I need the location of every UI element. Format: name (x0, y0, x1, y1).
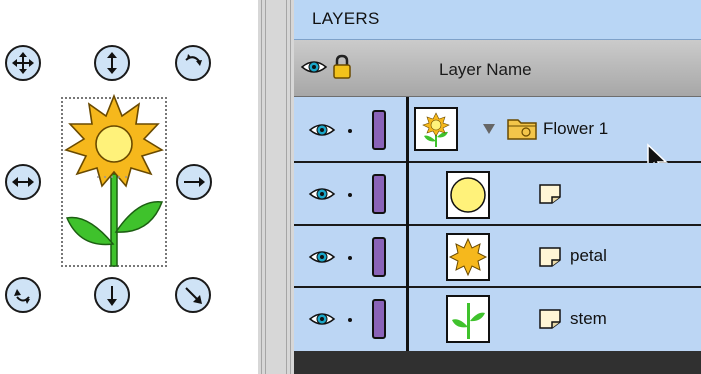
resize-right-handle[interactable] (176, 164, 212, 200)
resize-vertical-icon (107, 286, 117, 306)
layer-tree-divider (406, 97, 409, 351)
circle-thumbnail-icon (450, 177, 486, 213)
resize-bottom-handle[interactable] (94, 277, 130, 313)
move-handle[interactable] (5, 45, 41, 81)
panel-title: LAYERS (312, 9, 380, 28)
resize-top-handle[interactable] (94, 45, 130, 81)
column-header: Layer Name (294, 40, 701, 97)
lock-toggle[interactable] (348, 256, 352, 260)
folder-icon (507, 119, 537, 140)
layer-thumbnail (446, 233, 490, 281)
artboard-canvas[interactable] (0, 0, 258, 374)
layer-color-swatch[interactable] (372, 110, 386, 150)
eye-icon[interactable] (308, 121, 336, 139)
stem-thumbnail-icon (452, 303, 485, 339)
rotate-icon (14, 289, 30, 304)
eye-icon[interactable] (308, 310, 336, 328)
layer-thumbnail (414, 107, 458, 151)
lock-icon[interactable] (332, 54, 352, 80)
lock-toggle[interactable] (348, 193, 352, 197)
move-icon (12, 52, 34, 74)
petal-thumbnail-icon (448, 237, 488, 277)
eye-icon[interactable] (308, 248, 336, 266)
layers-panel: LAYERS Layer Name Flower 1 petal stem (294, 0, 701, 374)
layer-name[interactable]: Flower 1 (543, 119, 608, 139)
eye-icon[interactable] (300, 58, 328, 76)
layer-thumbnail (446, 295, 490, 343)
layer-row[interactable] (294, 163, 701, 226)
panel-bottom-bar (294, 351, 701, 374)
layer-row[interactable]: petal (294, 226, 701, 288)
layer-row[interactable]: Flower 1 (294, 97, 701, 176)
panel-title-bar: LAYERS (294, 0, 701, 40)
layer-thumbnail (446, 171, 490, 219)
layer-name[interactable]: stem (570, 309, 607, 329)
symbol-page-icon (539, 184, 561, 204)
panel-splitter[interactable] (258, 0, 294, 374)
resize-horizontal-icon (12, 177, 34, 187)
layer-color-swatch[interactable] (372, 174, 386, 214)
flower-artwork[interactable] (58, 94, 170, 270)
rotate-top-right-handle[interactable] (175, 45, 211, 81)
rotate-icon (185, 54, 202, 66)
layer-row[interactable]: stem (294, 288, 701, 351)
lock-toggle[interactable] (348, 318, 352, 322)
symbol-page-icon (539, 247, 561, 267)
resize-horizontal-icon (184, 177, 205, 187)
rotate-bottom-left-handle[interactable] (5, 277, 41, 313)
column-header-layer-name: Layer Name (439, 60, 532, 79)
layer-name[interactable]: petal (570, 246, 607, 266)
eye-icon[interactable] (308, 185, 336, 203)
resize-vertical-icon (107, 52, 117, 74)
flower-thumbnail-icon (422, 112, 450, 147)
resize-bottom-right-handle[interactable] (175, 277, 211, 313)
layer-color-swatch[interactable] (372, 299, 386, 339)
resize-diagonal-icon (185, 287, 202, 304)
layer-color-swatch[interactable] (372, 237, 386, 277)
disclosure-triangle-icon[interactable] (482, 123, 496, 135)
resize-left-handle[interactable] (5, 164, 41, 200)
lock-toggle[interactable] (348, 129, 352, 133)
symbol-page-icon (539, 309, 561, 329)
